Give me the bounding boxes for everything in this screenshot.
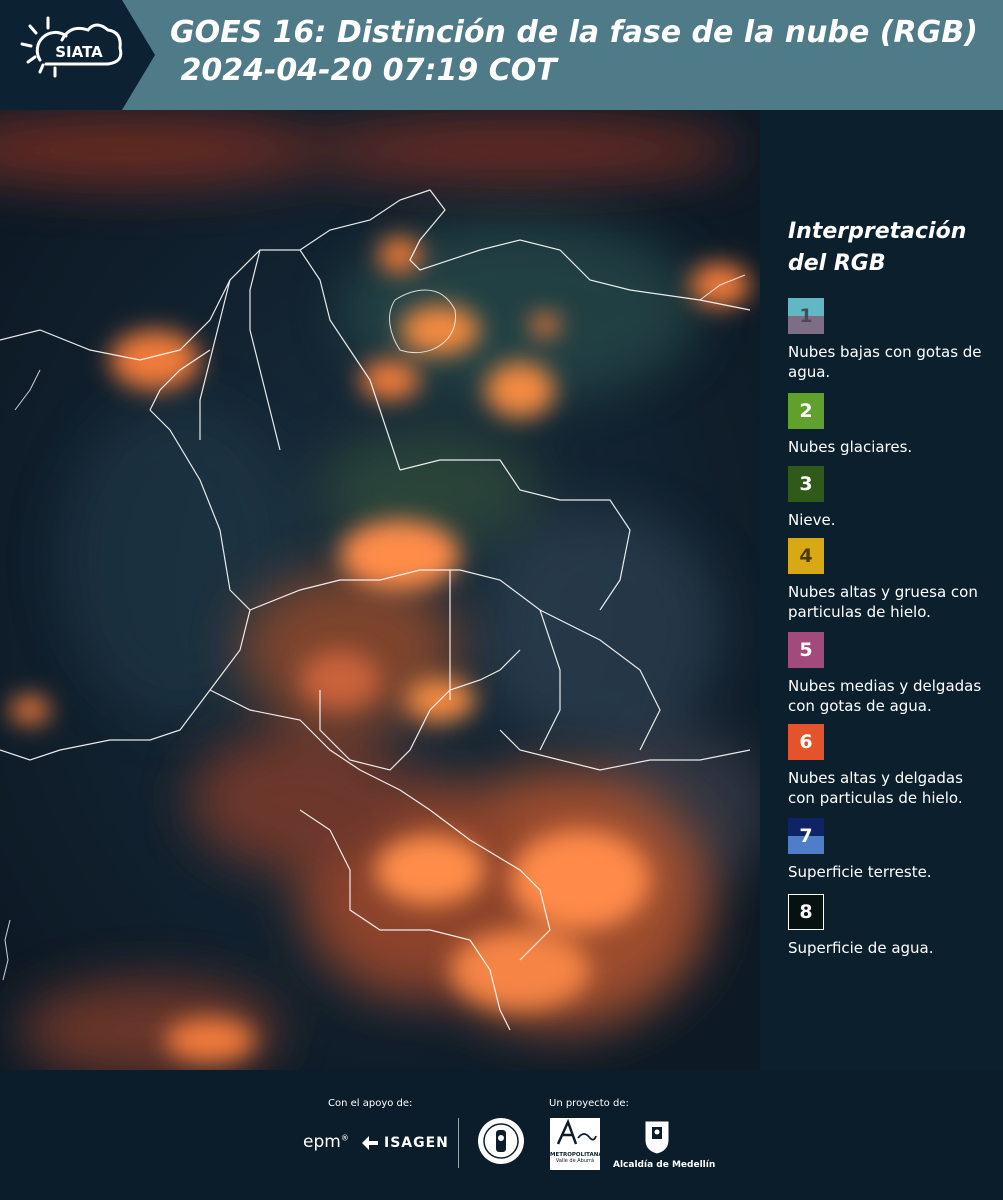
area-metropolitana-logo: METROPOLITANA Valle de Aburrá xyxy=(550,1118,603,1170)
epm-logo: epm® xyxy=(303,1132,349,1152)
title-line-2: 2024-04-20 07:19 COT xyxy=(170,53,557,88)
isagen-icon xyxy=(362,1136,378,1150)
area-metropolitana-sub: Valle de Aburrá xyxy=(555,1158,595,1164)
legend-title-line-1: Interpretación xyxy=(788,219,967,244)
legend-item-2: 2 Nubes glaciares. xyxy=(788,393,988,457)
legend-number-8: 8 xyxy=(799,901,813,923)
legend-label-6: Nubes altas y delgadas con particulas de… xyxy=(788,769,963,807)
alcaldia-label: Alcaldía de Medellín xyxy=(613,1160,716,1170)
satellite-image xyxy=(0,110,760,1070)
legend-label-7: Superficie terreste. xyxy=(788,863,932,881)
legend-label-5: Nubes medias y delgadas con gotas de agu… xyxy=(788,677,982,715)
legend-panel: Interpretación del RGB 1 Nubes bajas con… xyxy=(760,110,1003,1070)
epm-logo-text: epm xyxy=(303,1132,341,1152)
legend-title-line-2: del RGB xyxy=(788,251,886,276)
legend-swatch-8: 8 xyxy=(788,894,824,930)
area-metropolitana-mark xyxy=(556,1118,597,1145)
legend-number-1: 1 xyxy=(799,305,813,327)
legend-item-4: 4 Nubes altas y gruesa con particulas de… xyxy=(788,538,988,622)
page-title: GOES 16: Distinción de la fase de la nub… xyxy=(170,14,978,90)
legend-item-8: 8 Superficie de agua. xyxy=(788,894,988,958)
legend-swatch-2: 2 xyxy=(788,393,824,429)
legend-swatch-5: 5 xyxy=(788,632,824,668)
legend-number-5: 5 xyxy=(799,639,813,661)
siata-logo-text: SIATA xyxy=(55,43,103,61)
satellite-map xyxy=(0,110,760,1070)
legend-number-6: 6 xyxy=(799,731,813,753)
legend-swatch-4: 4 xyxy=(788,538,824,574)
legend-item-7: 7 Superficie terreste. xyxy=(788,818,988,882)
legend-number-3: 3 xyxy=(799,473,813,495)
header-bar: SIATA GOES 16: Distinción de la fase de … xyxy=(0,0,1003,110)
legend-swatch-7: 7 xyxy=(788,818,824,854)
legend-title: Interpretación del RGB xyxy=(788,216,966,280)
legend-item-1: 1 Nubes bajas con gotas de agua. xyxy=(788,298,988,382)
legend-number-4: 4 xyxy=(799,545,813,567)
legend-label-8: Superficie de agua. xyxy=(788,939,934,957)
siata-logo: SIATA xyxy=(0,0,155,110)
legend-label-2: Nubes glaciares. xyxy=(788,438,913,456)
project-label: Un proyecto de: xyxy=(549,1098,629,1109)
title-line-1: GOES 16: Distinción de la fase de la nub… xyxy=(170,15,978,50)
legend-label-3: Nieve. xyxy=(788,511,836,529)
legend-swatch-6: 6 xyxy=(788,724,824,760)
legend-swatch-1: 1 xyxy=(788,298,824,334)
legend-item-3: 3 Nieve. xyxy=(788,466,988,530)
alcaldia-shield-icon xyxy=(644,1120,670,1155)
legend-item-6: 6 Nubes altas y delgadas con particulas … xyxy=(788,724,988,808)
legend-swatch-3: 3 xyxy=(788,466,824,502)
footer: Con el apoyo de: Un proyecto de: epm® IS… xyxy=(0,1070,1003,1200)
seal-logo xyxy=(478,1118,524,1164)
legend-number-7: 7 xyxy=(799,825,813,847)
isagen-logo-text: ISAGEN xyxy=(384,1135,449,1151)
legend-item-5: 5 Nubes medias y delgadas con gotas de a… xyxy=(788,632,988,716)
legend-number-2: 2 xyxy=(799,400,813,422)
support-label: Con el apoyo de: xyxy=(328,1098,413,1109)
isagen-logo: ISAGEN xyxy=(360,1134,449,1152)
legend-label-4: Nubes altas y gruesa con particulas de h… xyxy=(788,583,978,621)
legend-label-1: Nubes bajas con gotas de agua. xyxy=(788,343,982,381)
footer-divider xyxy=(458,1118,459,1168)
